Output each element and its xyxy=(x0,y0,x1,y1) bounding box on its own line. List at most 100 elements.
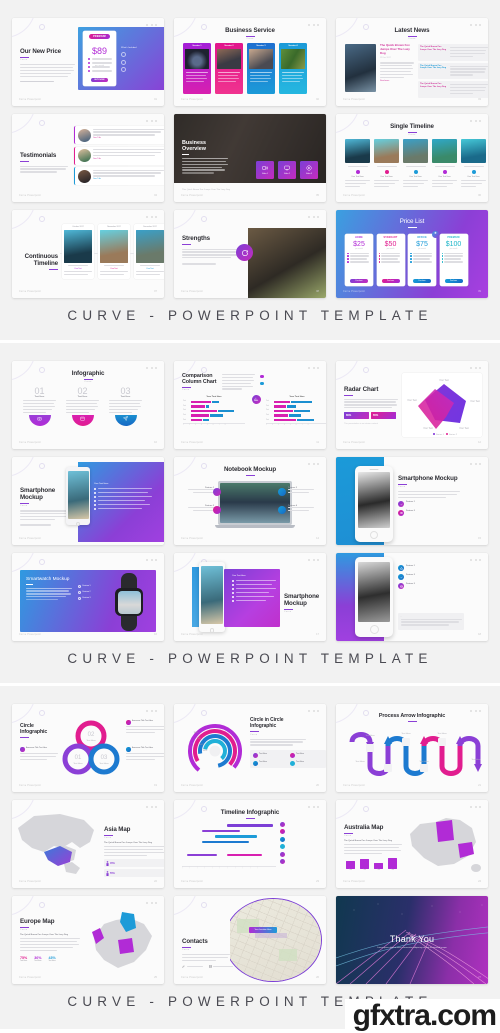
slide-asia-map[interactable]: Asia Map Curve The Quick Brown Fox Jumps… xyxy=(12,800,164,888)
slide-smartphone-mockup-2[interactable]: Smartphone Mockup Curve Feature 1 Featur… xyxy=(336,457,488,545)
timeline-step[interactable]: Your Text Here xyxy=(461,139,486,188)
slide-page-number: 07 xyxy=(154,290,157,293)
feature-item[interactable]: Feature 3 xyxy=(398,583,464,589)
slide-latest-news[interactable]: Latest News Curve The Quick Brown Fox Ju… xyxy=(336,18,488,106)
slide-radar-chart[interactable]: Radar Chart 80% 65% This presentation is… xyxy=(336,361,488,449)
stat-item: 75% Text Here xyxy=(20,955,28,962)
news-item[interactable]: The Quick Brown Fox Jumps Over The Lazy … xyxy=(418,44,488,61)
service-card[interactable]: Service 3 xyxy=(247,43,275,94)
infographic-step[interactable]: 02 Text Here xyxy=(66,386,99,426)
contact-link-website[interactable] xyxy=(182,965,203,968)
slide-australia-map[interactable]: Australia Map Curve The Quick Brown Fox … xyxy=(336,800,488,888)
testimonial-item[interactable]: Your Title xyxy=(74,146,164,165)
purchase-button[interactable]: Purchase xyxy=(444,279,463,283)
infographic-step[interactable]: 01 Text Here xyxy=(23,386,56,426)
slide-smartwatch-mockup[interactable]: Smartwatch Mockup Feature 1 Feature 2 Fe… xyxy=(12,553,164,641)
legend-item[interactable] xyxy=(280,836,326,842)
legend-item[interactable]: Text Here xyxy=(252,752,287,758)
legend-item[interactable] xyxy=(280,829,326,835)
slide-comparison-column-chart[interactable]: Comparison Column Chart Curve Your Text … xyxy=(174,361,326,449)
callout-2[interactable]: Feature 2 xyxy=(288,487,314,495)
slide-our-new-price[interactable]: Our New Price Curve PREMIUM $89 BUY NOW … xyxy=(12,18,164,106)
process-arrow-diagram: Text Here Text Here Text Here Text Here … xyxy=(342,728,488,780)
slide-testimonials[interactable]: Testimonials Your Title Your Title Your … xyxy=(12,114,164,202)
service-card[interactable]: Service 4 xyxy=(279,43,307,94)
slide-strengths[interactable]: Strengths Curve Powerpoint 08 xyxy=(174,210,326,298)
slide-timeline-infographic[interactable]: Timeline Infographic | | | | | | | | | |… xyxy=(174,800,326,888)
purchase-button[interactable]: Purchase xyxy=(413,279,431,283)
dots-icon xyxy=(470,710,481,712)
section-caption: CURVE - POWERPOINT TEMPLATE xyxy=(67,308,433,323)
service-card[interactable]: Service 2 xyxy=(215,43,243,94)
timeline-step[interactable]: Your Text Here xyxy=(432,139,457,188)
infographic-step[interactable]: 03 Text Here xyxy=(109,386,142,426)
slide-business-service[interactable]: Business Service Curve Service 1 Service… xyxy=(174,18,326,106)
slide-infographic[interactable]: Infographic Curve 01 Text Here 02 Text H… xyxy=(12,361,164,449)
slide-brand: Curve Powerpoint xyxy=(343,194,366,197)
buy-now-button[interactable]: BUY NOW xyxy=(91,77,108,82)
slide-price-list[interactable]: Price List HOME $25 per month Purchase S… xyxy=(336,210,488,298)
service-card[interactable]: Service 1 xyxy=(183,43,211,94)
plan-card[interactable]: STANDART $50 per month Purchase xyxy=(376,234,405,286)
legend-item-2[interactable]: Awesome Title Text Here xyxy=(126,747,164,762)
slide-circle-infographic[interactable]: Circle Infographic Awesome Title Text He… xyxy=(12,704,164,792)
slide-smartphone-mockup-3[interactable]: Your Text Here Smartphone Mockup Curve C… xyxy=(174,553,326,641)
legend-item-left[interactable]: Awesome Title Text Here xyxy=(20,747,58,762)
slide-contacts[interactable]: Your Location Here Contacts Curve Curve … xyxy=(174,896,326,984)
dots-icon xyxy=(470,806,481,808)
testimonial-item[interactable]: Your Title xyxy=(74,126,164,144)
feature-item[interactable]: Feature 1 xyxy=(398,565,464,571)
plan-card[interactable]: PREMIUM $100 per month Purchase xyxy=(439,234,468,286)
slide-single-timeline[interactable]: Single Timeline Curve Your Text Here You… xyxy=(336,114,488,202)
video-button-1[interactable]: Video 1 xyxy=(256,161,274,179)
legend-item[interactable]: Text Here xyxy=(289,760,324,766)
timeline-card[interactable]: October 2017 Your Text xyxy=(62,224,94,279)
legend-item[interactable]: Text Here xyxy=(289,752,324,758)
overview-footer: This Quick Brown Fox Jumps Over The Lazy… xyxy=(182,189,230,191)
feature-item[interactable]: Feature 2 xyxy=(398,574,464,580)
purchase-button[interactable]: Purchase xyxy=(381,279,400,283)
slide-continuous-timeline[interactable]: Continuous Timeline October 2017 Your Te… xyxy=(12,210,164,298)
timeline-card[interactable]: December 2017 Your Text xyxy=(134,224,164,279)
slide-thank-you[interactable]: Thank You Lorem ipsum dolor sit amet, co… xyxy=(336,896,488,984)
watermark: gfxtra.com xyxy=(344,999,500,1033)
timeline-step[interactable]: Your Text Here xyxy=(403,139,428,188)
legend-item[interactable]: Text Here xyxy=(252,760,287,766)
testimonial-item[interactable]: Your Title xyxy=(74,167,164,185)
legend-item[interactable] xyxy=(280,844,326,850)
timeline-step[interactable]: Your Text Here xyxy=(345,139,370,188)
slide-title: Timeline Infographic xyxy=(220,809,280,816)
slide-process-arrow-infographic[interactable]: Process Arrow Infographic Text Here Text… xyxy=(336,704,488,792)
plan-card[interactable]: ★ OFFICE $75 per month Purchase xyxy=(408,230,439,286)
slide-europe-map[interactable]: Europe Map Curve The Quick Brown Fox Jum… xyxy=(12,896,164,984)
legend-item[interactable] xyxy=(280,858,326,864)
callout-3[interactable]: Feature 3 xyxy=(188,505,214,513)
callout-1[interactable]: Feature 1 xyxy=(188,487,214,495)
slide-brand: Curve Powerpoint xyxy=(19,98,42,101)
corner-curve-icon xyxy=(336,800,360,820)
slide-notebook-mockup[interactable]: Notebook Mockup Feature 1 Feature 3 Feat… xyxy=(174,457,326,545)
video-button-2[interactable]: Video 2 xyxy=(278,161,296,179)
video-button-3[interactable]: Video 3 xyxy=(300,161,318,179)
news-item[interactable]: The Quick Brown Fox Jumps Over The Lazy … xyxy=(418,62,488,80)
news-item[interactable]: The Quick Brown Fox Jumps Over The Lazy … xyxy=(418,81,488,98)
feature-item[interactable]: Feature 2 xyxy=(398,510,462,516)
legend-item-1[interactable]: Awesome Title Text Here xyxy=(126,720,164,735)
slide-circle-in-circle-infographic[interactable]: 90% 70% 50% 30% Circle in Circle Infogra… xyxy=(174,704,326,792)
slide-subtitle: Curve xyxy=(84,381,92,383)
timeline-card[interactable]: November 2017 Your Text xyxy=(98,224,130,279)
legend-item[interactable] xyxy=(280,851,326,857)
timeline-step[interactable]: Your Text Here xyxy=(374,139,399,188)
slide-smartphone-mockup-4[interactable]: Feature 1 Feature 2 Feature 3 “ 18 xyxy=(336,553,488,641)
legend-item[interactable] xyxy=(280,822,326,827)
feature-item[interactable]: Feature 1 xyxy=(398,501,462,507)
slide-subtitle: Curve xyxy=(104,837,112,839)
slide-business-overview[interactable]: Business Overview Video 1 Video 2 Video … xyxy=(174,114,326,202)
plan-card[interactable]: HOME $25 per month Purchase xyxy=(345,234,373,286)
ring-icon xyxy=(201,902,207,908)
slide-smartphone-mockup-1[interactable]: Smartphone Mockup Curve Your Text Here C… xyxy=(12,457,164,545)
contact-link-email[interactable] xyxy=(208,965,233,968)
purchase-button[interactable]: Purchase xyxy=(350,279,368,283)
callout-4[interactable]: Feature 4 xyxy=(288,505,314,513)
globe-icon xyxy=(399,584,403,588)
